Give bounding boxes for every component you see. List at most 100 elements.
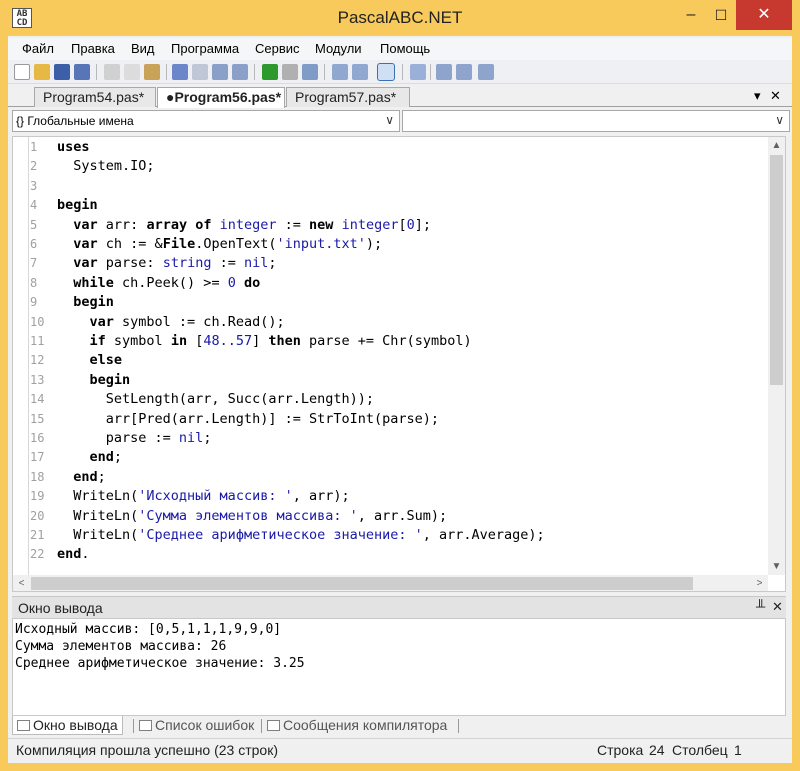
close-window-button[interactable]: ✕	[736, 0, 792, 30]
code-line[interactable]: 5 var arr: array of integer := new integ…	[13, 216, 768, 235]
tabs-dropdown-icon[interactable]: ▾	[754, 88, 761, 104]
line-number: 16	[30, 431, 45, 445]
code-line[interactable]: 20 WriteLn('Сумма элементов массива: ', …	[13, 507, 768, 526]
minimize-button[interactable]: –	[676, 0, 706, 30]
compile-icon[interactable]	[302, 64, 318, 80]
code-line[interactable]: 17 end;	[13, 448, 768, 467]
code-line[interactable]: 12 else	[13, 351, 768, 370]
pin-icon[interactable]: ╨	[756, 599, 765, 614]
code-line[interactable]: 6 var ch := &File.OpenText('input.txt');	[13, 235, 768, 254]
new-file-icon[interactable]	[14, 64, 30, 80]
line-number: 9	[30, 295, 38, 310]
status-bar: Компиляция прошла успешно (23 строк) Стр…	[8, 738, 792, 760]
copy-icon[interactable]	[124, 64, 140, 80]
code-text: var ch := &File.OpenText('input.txt');	[73, 236, 383, 252]
stop-icon[interactable]	[282, 64, 298, 80]
status-line-label: Строка	[597, 742, 644, 758]
line-number: 7	[30, 256, 38, 271]
output-panel[interactable]: Исходный массив: [0,5,1,1,1,9,9,0] Сумма…	[12, 618, 786, 716]
line-number: 17	[30, 450, 45, 465]
menu-service[interactable]: Сервис	[255, 41, 300, 56]
status-message: Компиляция прошла успешно (23 строк)	[16, 742, 279, 758]
step-over-icon[interactable]	[352, 64, 368, 80]
line-number: 20	[30, 508, 45, 523]
close-tab-icon[interactable]: ✕	[770, 88, 781, 104]
tab-output-window[interactable]: Окно вывода	[12, 716, 123, 735]
code-line[interactable]: 3	[13, 177, 768, 196]
menu-file[interactable]: Файл	[22, 41, 54, 56]
line-number: 6	[30, 237, 38, 251]
output-panel-header: Окно вывода ╨ ✕	[12, 596, 786, 618]
menu-modules[interactable]: Модули	[315, 41, 362, 56]
code-line[interactable]: 22 end.	[13, 545, 768, 564]
code-text: begin	[73, 294, 114, 311]
output-window-icon[interactable]	[377, 63, 395, 81]
vertical-scrollbar[interactable]: ▲ ▼	[768, 137, 785, 575]
scroll-down-icon[interactable]: ▼	[768, 558, 785, 575]
code-line[interactable]: 9 begin	[13, 293, 768, 312]
code-line[interactable]: 10 var symbol := ch.Read();	[13, 313, 768, 332]
menu-edit[interactable]: Правка	[71, 41, 115, 56]
undo-icon[interactable]	[172, 64, 188, 80]
line-number: 3	[30, 178, 38, 193]
line-number: 1	[30, 140, 38, 154]
code-line[interactable]: 16 parse := nil;	[13, 429, 768, 448]
run-icon[interactable]	[262, 64, 278, 80]
step-into-icon[interactable]	[332, 64, 348, 80]
code-text: end.	[57, 546, 90, 563]
open-folder-icon[interactable]	[34, 64, 50, 80]
redo-icon[interactable]	[192, 64, 208, 80]
tab-compiler-messages[interactable]: Сообщения компилятора	[263, 716, 451, 735]
chevron-down-icon[interactable]: ∨	[775, 113, 784, 127]
vertical-scroll-thumb[interactable]	[770, 155, 783, 385]
menu-view[interactable]: Вид	[131, 41, 155, 56]
scope-combobox[interactable]: {} Глобальные имена ∨	[12, 110, 400, 132]
code-line[interactable]: 21 WriteLn('Среднее арифметическое значе…	[13, 526, 768, 545]
toolbar	[8, 60, 792, 84]
replace-icon[interactable]	[232, 64, 248, 80]
code-line[interactable]: 14 SetLength(arr, Succ(arr.Length));	[13, 390, 768, 409]
menu-program[interactable]: Программа	[171, 41, 239, 56]
scroll-left-icon[interactable]: <	[13, 575, 30, 591]
code-line[interactable]: 4 begin	[13, 196, 768, 215]
tab-error-list[interactable]: Список ошибок	[135, 716, 258, 735]
tab-program57[interactable]: Program57.pas*	[286, 87, 410, 107]
close-panel-icon[interactable]: ✕	[772, 599, 783, 615]
code-line[interactable]: 19 WriteLn('Исходный массив: ', arr);	[13, 487, 768, 506]
code-line[interactable]: 13 begin	[13, 371, 768, 390]
maximize-button[interactable]: ☐	[706, 0, 736, 30]
cut-icon[interactable]	[104, 64, 120, 80]
horizontal-scroll-thumb[interactable]	[31, 577, 693, 590]
horizontal-scrollbar[interactable]: < >	[13, 575, 768, 591]
title-bar[interactable]: AB CD PascalABC.NET – ☐ ✕	[0, 0, 800, 36]
line-number: 14	[30, 392, 45, 407]
code-text: WriteLn('Сумма элементов массива: ', arr…	[57, 507, 448, 524]
chevron-down-icon[interactable]: ∨	[385, 113, 394, 127]
code-line[interactable]: 2 System.IO;	[13, 157, 768, 176]
scroll-up-icon[interactable]: ▲	[768, 137, 785, 154]
code-text: uses	[57, 139, 90, 155]
form-toggle-icon[interactable]	[478, 64, 494, 80]
code-line[interactable]: 11 if symbol in [48..57] then parse += C…	[13, 332, 768, 351]
save-all-icon[interactable]	[74, 64, 90, 80]
form-designer-icon[interactable]	[436, 64, 452, 80]
format-code-icon[interactable]	[410, 64, 426, 80]
save-icon[interactable]	[54, 64, 70, 80]
scroll-right-icon[interactable]: >	[751, 575, 768, 591]
form-code-icon[interactable]	[456, 64, 472, 80]
code-text: else	[89, 352, 123, 369]
code-line[interactable]: 15 arr[Pred(arr.Length)] := StrToInt(par…	[13, 410, 768, 429]
code-text: parse := nil;	[57, 430, 212, 446]
code-line[interactable]: 1 uses	[13, 138, 768, 157]
tab-program54[interactable]: Program54.pas*	[34, 87, 156, 107]
code-lines[interactable]: 1 uses 2 System.IO; 3 4 begin 5 var arr: array…	[13, 137, 768, 575]
tab-program56[interactable]: ●Program56.pas*	[157, 87, 285, 108]
find-icon[interactable]	[212, 64, 228, 80]
code-line[interactable]: 18 end;	[13, 468, 768, 487]
menu-help[interactable]: Помощь	[380, 41, 430, 56]
code-line[interactable]: 8 while ch.Peek() >= 0 do	[13, 274, 768, 293]
code-editor[interactable]: 1 uses 2 System.IO; 3 4 begin 5 var arr: array…	[12, 136, 786, 592]
member-combobox[interactable]: ∨	[402, 110, 790, 132]
paste-icon[interactable]	[144, 64, 160, 80]
code-line[interactable]: 7 var parse: string := nil;	[13, 254, 768, 273]
